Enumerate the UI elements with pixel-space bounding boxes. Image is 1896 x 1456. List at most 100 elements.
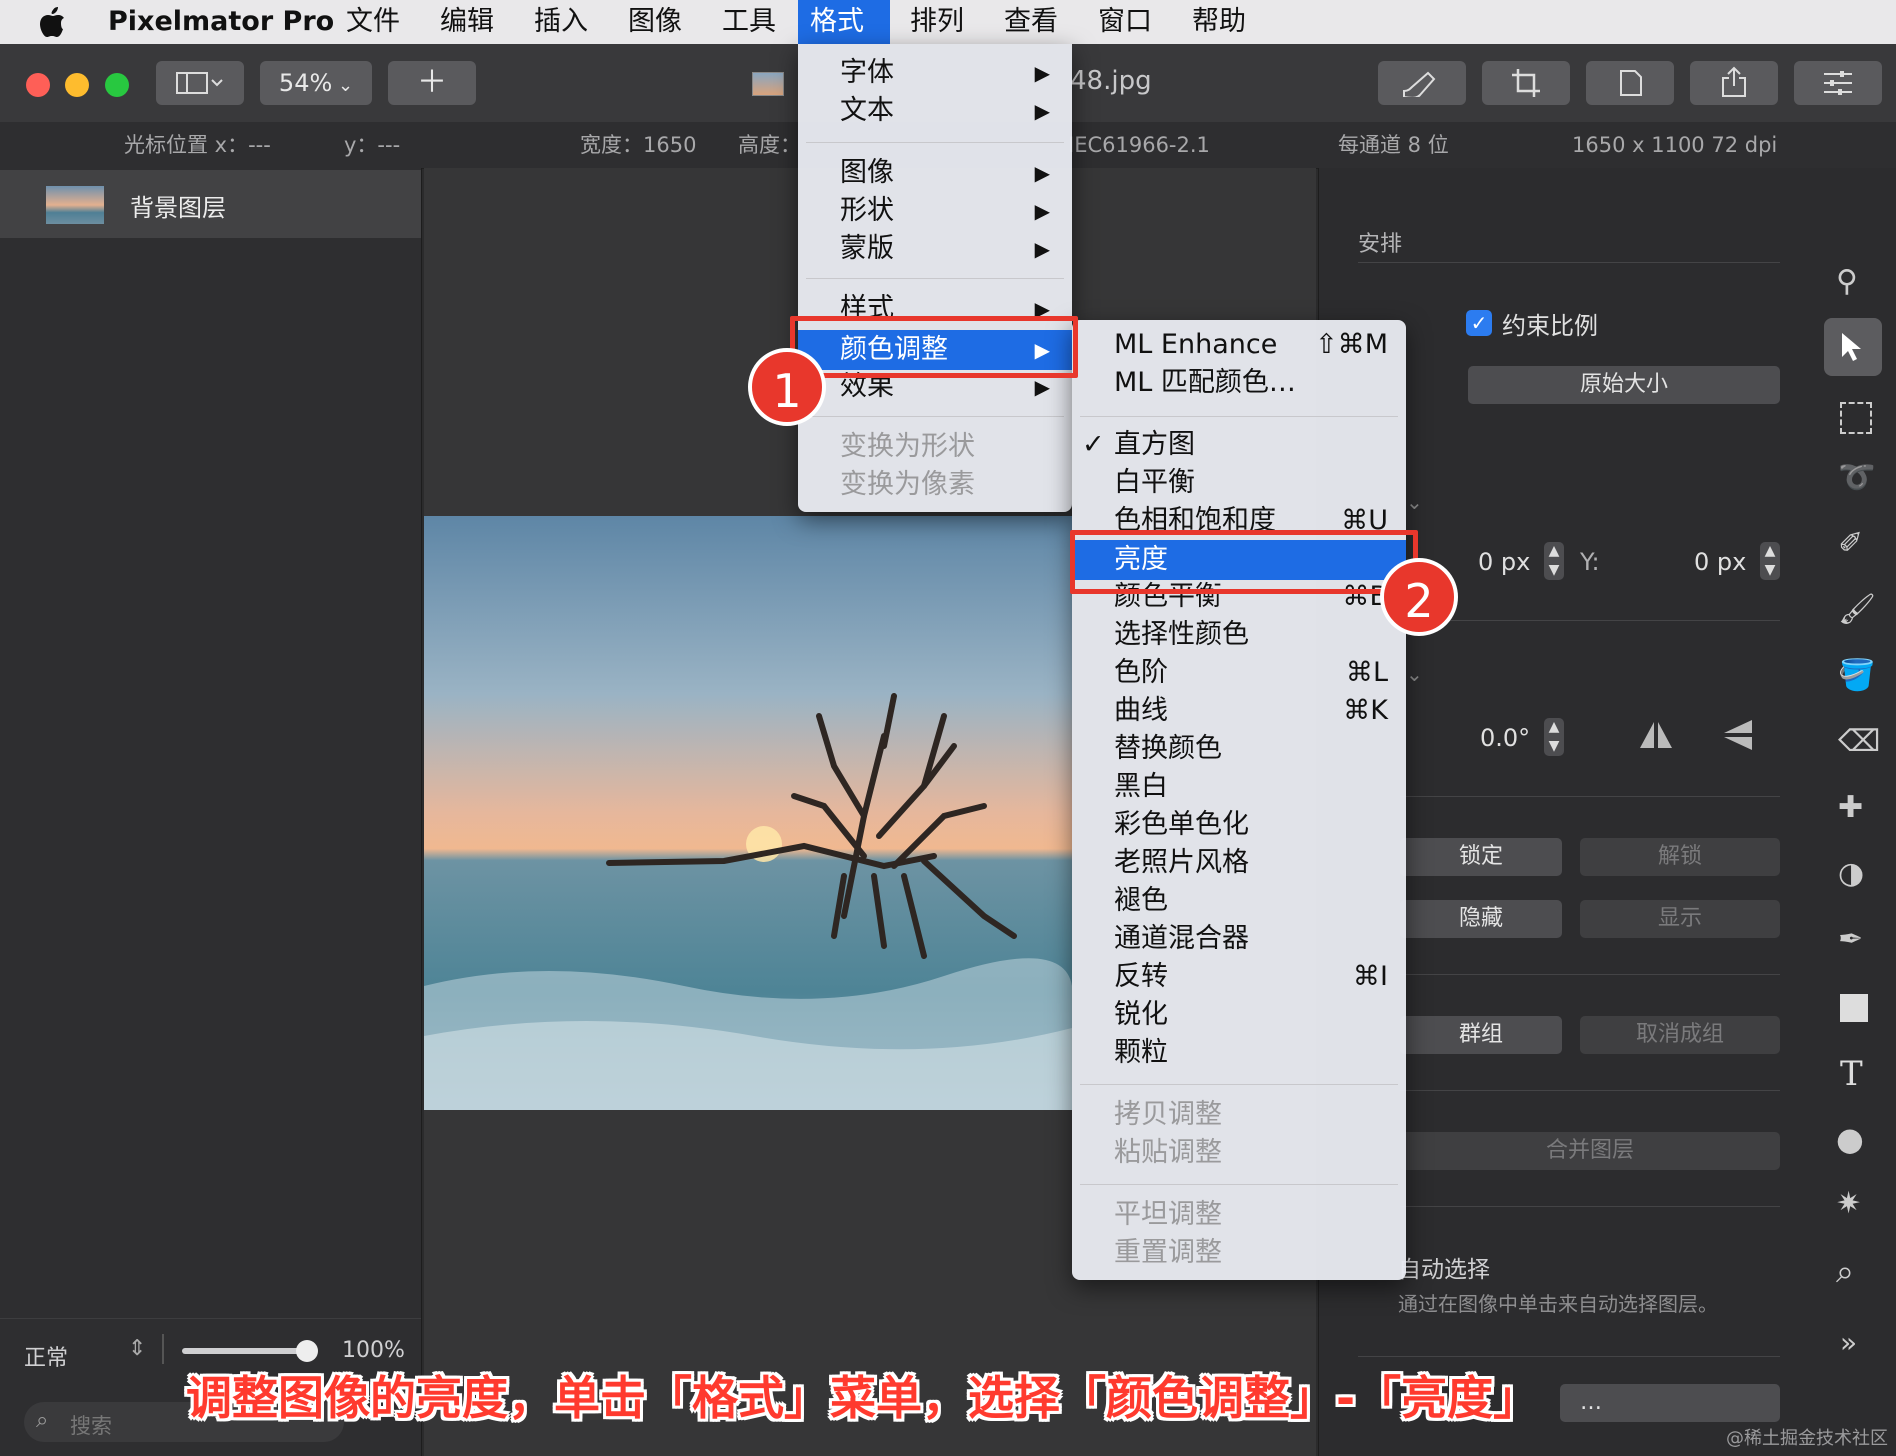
menu-item-label: 重置调整 — [1114, 1237, 1222, 1268]
export-document-button[interactable] — [1586, 61, 1674, 105]
merge-layers-button[interactable]: 合并图层 — [1400, 1132, 1780, 1170]
clone-icon[interactable]: ◑ — [1838, 856, 1864, 891]
flip-horizontal-icon[interactable] — [1636, 718, 1676, 752]
zoom-tool-icon[interactable]: ⌕ — [1836, 1252, 1854, 1291]
menu-item-black-white[interactable]: 黑白 — [1072, 768, 1406, 806]
menu-item-reset-adjustments[interactable]: 重置调整 — [1072, 1234, 1406, 1272]
flip-vertical-icon[interactable] — [1720, 716, 1756, 754]
sidebar-toggle-button[interactable] — [156, 61, 244, 105]
menu-item-shape[interactable]: 形状 ▶ — [798, 192, 1072, 230]
lasso-icon[interactable]: ➰ — [1838, 460, 1875, 495]
menu-item-replace-color[interactable]: 替换颜色 — [1072, 730, 1406, 768]
menu-item-convert-to-pixels[interactable]: 变换为像素 — [798, 466, 1072, 504]
menu-image[interactable]: 图像 — [616, 0, 694, 44]
style-tool-icon[interactable]: ⚲ — [1836, 264, 1858, 299]
menu-item-sharpen[interactable]: 锐化 — [1072, 996, 1406, 1034]
zoom-window-button[interactable] — [105, 73, 129, 97]
share-button[interactable] — [1690, 61, 1778, 105]
menu-item-invert[interactable]: 反转 ⌘I — [1072, 958, 1406, 996]
menu-item-grain[interactable]: 颗粒 — [1072, 1034, 1406, 1072]
adjustments-button[interactable] — [1794, 61, 1882, 105]
shape-icon[interactable] — [1840, 994, 1868, 1022]
menu-item-channel-mixer[interactable]: 通道混合器 — [1072, 920, 1406, 958]
menu-item-font[interactable]: 字体 ▶ — [798, 54, 1072, 92]
rotation-stepper[interactable]: ▲ ▼ — [1544, 718, 1564, 756]
submenu-arrow-icon: ▶ — [1034, 99, 1050, 123]
menu-item-histogram[interactable]: ✓ 直方图 — [1072, 426, 1406, 464]
ungroup-button[interactable]: 取消成组 — [1580, 1016, 1780, 1054]
menu-item-label: 变换为像素 — [840, 469, 975, 500]
menu-item-mask[interactable]: 蒙版 ▶ — [798, 230, 1072, 268]
unlock-button[interactable]: 解锁 — [1580, 838, 1780, 876]
paint-bucket-icon[interactable]: 🪣 — [1838, 658, 1875, 693]
menu-item-shortcut: ⌘K — [1343, 695, 1388, 726]
blend-mode-select[interactable]: 正常 — [24, 1340, 68, 1372]
show-button[interactable]: 显示 — [1580, 900, 1780, 938]
bottom-panel-button[interactable]: … — [1560, 1384, 1780, 1422]
retouch-button[interactable] — [1378, 61, 1466, 105]
menu-item-color-monochrome[interactable]: 彩色单色化 — [1072, 806, 1406, 844]
minimize-window-button[interactable] — [65, 73, 89, 97]
eraser-icon[interactable]: ⌫ — [1838, 724, 1880, 759]
menu-window[interactable]: 窗口 — [1086, 0, 1164, 44]
group-button[interactable]: 群组 — [1400, 1016, 1562, 1054]
updown-chevron-icon[interactable]: ⇕ — [128, 1336, 146, 1361]
magic-wand-icon[interactable]: ✐ — [1838, 526, 1863, 561]
zoom-dropdown[interactable]: 54% ⌄ — [260, 61, 372, 105]
hide-button[interactable]: 隐藏 — [1400, 900, 1562, 938]
menu-tools[interactable]: 工具 — [710, 0, 788, 44]
chevron-down-icon[interactable]: ⌄ — [1406, 490, 1423, 514]
menu-item-text[interactable]: 文本 ▶ — [798, 92, 1072, 130]
text-tool-icon[interactable]: T — [1840, 1054, 1863, 1094]
document-icon — [1619, 69, 1643, 97]
menu-file[interactable]: 文件 — [334, 0, 412, 44]
x-position-value[interactable]: 0 px — [1478, 548, 1530, 576]
menu-item-levels[interactable]: 色阶 ⌘L — [1072, 654, 1406, 692]
menu-item-ml-enhance[interactable]: ML Enhance ⇧⌘M — [1072, 326, 1406, 364]
menu-item-white-balance[interactable]: 白平衡 — [1072, 464, 1406, 502]
x-stepper[interactable]: ▲ ▼ — [1544, 542, 1564, 580]
menu-item-convert-to-shape[interactable]: 变换为形状 — [798, 428, 1072, 466]
menu-item-paste-adjustments[interactable]: 粘贴调整 — [1072, 1134, 1406, 1172]
menu-item-label: 锐化 — [1114, 999, 1168, 1030]
menu-view[interactable]: 查看 — [992, 0, 1070, 44]
more-tools-icon[interactable]: » — [1840, 1326, 1857, 1359]
menu-item-copy-adjustments[interactable]: 拷贝调整 — [1072, 1096, 1406, 1134]
format-menu: 字体 ▶ 文本 ▶ 图像 ▶ 形状 ▶ 蒙版 ▶ 样式 ▶ 颜色调整 ▶ 效果 ▶ 变换为形状 … — [798, 44, 1072, 512]
menu-item-flatten-adjustments[interactable]: 平坦调整 — [1072, 1196, 1406, 1234]
rect-select-icon[interactable] — [1840, 402, 1872, 434]
bandage-icon[interactable]: ✚ — [1838, 790, 1863, 825]
rotation-value[interactable]: 0.0° — [1480, 724, 1530, 752]
crop-button[interactable] — [1482, 61, 1570, 105]
menu-arrange[interactable]: 排列 — [898, 0, 976, 44]
menu-item-fade[interactable]: 褪色 — [1072, 882, 1406, 920]
menu-help[interactable]: 帮助 — [1180, 0, 1258, 44]
constrain-checkbox[interactable]: ✓ — [1466, 310, 1492, 336]
menu-item-selective-color[interactable]: 选择性颜色 — [1072, 616, 1406, 654]
y-position-value[interactable]: 0 px — [1694, 548, 1746, 576]
paint-brush-icon[interactable]: 🖌 — [1838, 592, 1876, 627]
color-adjust-icon[interactable]: ● — [1836, 1120, 1864, 1158]
menu-item-ml-match-colors[interactable]: ML 匹配颜色… — [1072, 364, 1406, 402]
close-window-button[interactable] — [26, 73, 50, 97]
menu-insert[interactable]: 插入 — [522, 0, 600, 44]
apple-icon[interactable] — [38, 6, 66, 38]
y-stepper[interactable]: ▲ ▼ — [1760, 542, 1780, 580]
menu-item-curves[interactable]: 曲线 ⌘K — [1072, 692, 1406, 730]
auto-select-label[interactable]: 自动选择 — [1398, 1250, 1490, 1284]
app-name-menu[interactable]: Pixelmator Pro — [96, 0, 346, 44]
menu-item-image[interactable]: 图像 ▶ — [798, 154, 1072, 192]
menu-edit[interactable]: 编辑 — [428, 0, 506, 44]
effects-icon[interactable]: ✷ — [1836, 1186, 1861, 1221]
original-size-button[interactable]: 原始大小 — [1468, 366, 1780, 404]
lock-button[interactable]: 锁定 — [1400, 838, 1562, 876]
chevron-down-icon[interactable]: ⌄ — [1406, 662, 1423, 686]
arrange-tool-button[interactable] — [1824, 318, 1882, 376]
opacity-slider[interactable] — [182, 1348, 312, 1354]
menu-format[interactable]: 格式 — [798, 0, 890, 44]
add-button[interactable]: ＋ — [388, 61, 476, 105]
menu-item-sepia[interactable]: 老照片风格 — [1072, 844, 1406, 882]
pen-icon[interactable]: ✒ — [1838, 922, 1863, 957]
layer-row[interactable]: 背景图层 — [0, 170, 421, 238]
opacity-slider-knob[interactable] — [296, 1340, 318, 1362]
